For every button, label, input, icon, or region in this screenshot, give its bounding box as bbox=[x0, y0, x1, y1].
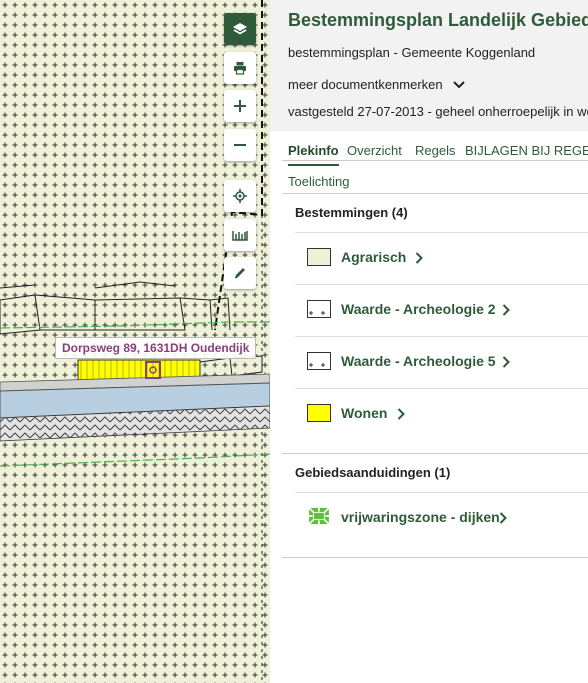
section-divider bbox=[282, 557, 588, 558]
address-label: Dorpsweg 89, 1631DH Oudendijk bbox=[55, 337, 257, 359]
bestemming-label: Wonen bbox=[341, 405, 388, 421]
vrijwaringszone-legend-swatch bbox=[308, 507, 330, 525]
bestemming-label: Agrarisch bbox=[341, 249, 407, 265]
bestemming-item-agrarisch[interactable]: Agrarisch bbox=[295, 232, 588, 284]
more-document-properties-toggle[interactable]: meer documentkenmerken bbox=[288, 77, 465, 92]
zoom-in-icon bbox=[234, 100, 246, 112]
tab-regels[interactable]: Regels bbox=[415, 142, 455, 160]
bestemming-label: Waarde - Archeologie 2 bbox=[341, 301, 496, 317]
measure-icon bbox=[232, 231, 248, 241]
locate-button[interactable] bbox=[224, 180, 256, 212]
bestemming-item-wonen[interactable]: Wonen bbox=[295, 388, 588, 440]
tab-plekinfo[interactable]: Plekinfo bbox=[288, 142, 339, 166]
tab-bijlagen-bij-regels[interactable]: BIJLAGEN BIJ REGELS bbox=[465, 142, 588, 160]
bestemming-item-archeologie-5[interactable]: Waarde - Archeologie 5 bbox=[295, 336, 588, 388]
document-status: vastgesteld 27-07-2013 - geheel onherroe… bbox=[288, 104, 588, 119]
layers-icon bbox=[233, 23, 247, 35]
chevron-right-icon bbox=[502, 304, 510, 316]
chevron-right-icon bbox=[499, 512, 507, 524]
document-header: Bestemmingsplan Landelijk Gebied bestemm… bbox=[270, 0, 588, 131]
tab-toelichting[interactable]: Toelichting bbox=[288, 173, 349, 191]
chevron-right-icon bbox=[415, 252, 423, 264]
archeologie-legend-swatch bbox=[307, 352, 331, 370]
gebiedsaanduiding-item-vrijwaringszone-dijken[interactable]: vrijwaringszone - dijken bbox=[295, 492, 588, 544]
more-document-properties-label: meer documentkenmerken bbox=[288, 77, 443, 92]
gebiedsaanduiding-label: vrijwaringszone - dijken bbox=[341, 509, 500, 525]
wonen-legend-swatch bbox=[307, 404, 331, 422]
bestemming-label: Waarde - Archeologie 5 bbox=[341, 353, 496, 369]
measure-button[interactable] bbox=[224, 219, 256, 251]
archeologie-legend-swatch bbox=[307, 300, 331, 318]
print-icon bbox=[234, 62, 246, 75]
document-title: Bestemmingsplan Landelijk Gebied bbox=[288, 10, 588, 30]
section-divider bbox=[282, 193, 588, 194]
zoom-out-button[interactable] bbox=[224, 129, 256, 161]
draw-button[interactable] bbox=[224, 257, 256, 289]
agrarisch-legend-swatch bbox=[307, 248, 331, 266]
document-subtitle: bestemmingsplan - Gemeente Koggenland bbox=[288, 45, 536, 60]
tab-bar: Plekinfo Overzicht Regels BIJLAGEN BIJ R… bbox=[270, 131, 588, 193]
map-viewer[interactable]: Dorpsweg 89, 1631DH Oudendijk bbox=[0, 0, 270, 683]
chevron-right-icon bbox=[502, 356, 510, 368]
print-button[interactable] bbox=[224, 52, 256, 84]
layers-button[interactable] bbox=[224, 13, 256, 45]
section-divider bbox=[282, 453, 588, 454]
locate-icon bbox=[233, 189, 247, 203]
chevron-down-icon bbox=[452, 80, 465, 88]
bestemmingen-heading: Bestemmingen (4) bbox=[295, 205, 408, 220]
tab-overzicht[interactable]: Overzicht bbox=[347, 142, 402, 160]
draw-icon bbox=[234, 268, 245, 279]
info-panel: Bestemmingsplan Landelijk Gebied bestemm… bbox=[270, 0, 588, 683]
chevron-right-icon bbox=[397, 408, 405, 420]
tab-divider bbox=[282, 160, 588, 161]
bestemming-item-archeologie-2[interactable]: Waarde - Archeologie 2 bbox=[295, 284, 588, 336]
app: Dorpsweg 89, 1631DH Oudendijk Bestemming… bbox=[0, 0, 588, 683]
zoom-in-button[interactable] bbox=[224, 90, 256, 122]
gebiedsaanduidingen-heading: Gebiedsaanduidingen (1) bbox=[295, 465, 451, 480]
zoom-out-icon bbox=[234, 144, 246, 146]
